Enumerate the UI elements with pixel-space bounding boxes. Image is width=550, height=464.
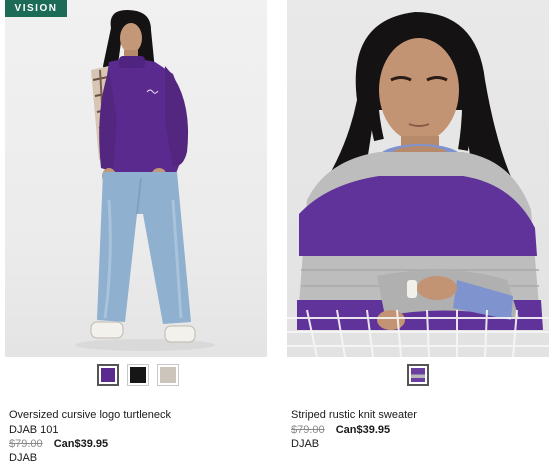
swatch-black[interactable] [127, 364, 149, 386]
color-swatches [407, 364, 429, 386]
product-card[interactable]: Striped rustic knit sweater $79.00 Can$3… [287, 0, 549, 450]
product-name[interactable]: Oversized cursive logo turtleneck [9, 409, 171, 421]
product-name[interactable]: Striped rustic knit sweater [291, 409, 417, 421]
color-swatches [97, 364, 179, 386]
product-image[interactable]: VISION [5, 0, 267, 357]
swatch-purple-grey-stripe[interactable] [407, 364, 429, 386]
product-photo-illustration [75, 10, 215, 351]
product-price: $79.00 Can$39.95 [9, 438, 108, 450]
product-photo-illustration [287, 12, 549, 357]
swatch-beige[interactable] [157, 364, 179, 386]
original-price: $79.00 [9, 438, 43, 450]
sale-price: Can$39.95 [53, 438, 109, 450]
brand-badge: VISION [5, 0, 67, 17]
product-price: $79.00 Can$39.95 [291, 424, 390, 436]
product-brand: DJAB [291, 438, 320, 450]
product-brand-secondary: DJAB [9, 452, 38, 464]
product-brand: DJAB 101 [9, 424, 59, 436]
swatch-purple[interactable] [97, 364, 119, 386]
sale-price: Can$39.95 [335, 424, 391, 436]
product-card[interactable]: VISION Oversized cursive logo turtleneck… [5, 0, 267, 464]
product-image[interactable] [287, 0, 549, 357]
original-price: $79.00 [291, 424, 325, 436]
